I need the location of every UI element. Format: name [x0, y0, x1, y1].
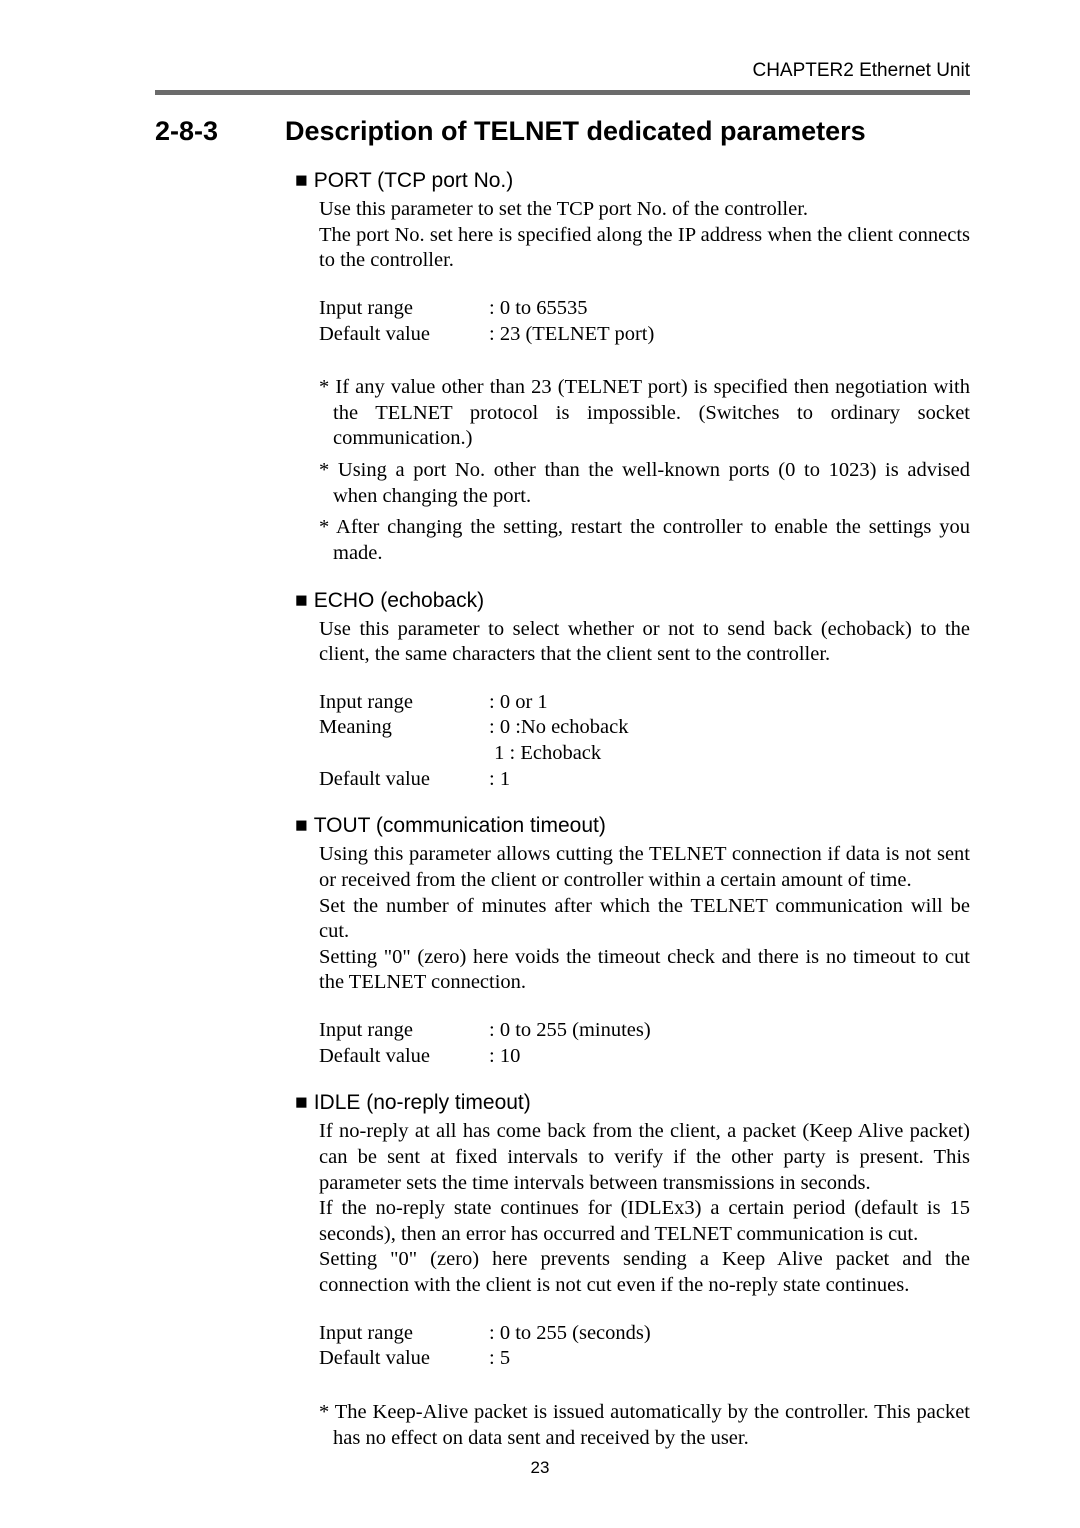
param-tout-desc: Using this parameter allows cutting the …	[319, 842, 970, 996]
param-idle-desc: If no-reply at all has come back from th…	[319, 1119, 970, 1298]
kv-row: Input range: 0 to 65535	[319, 296, 970, 322]
kv-row: Default value: 10	[319, 1044, 970, 1070]
kv-value: : 0 to 255 (seconds)	[489, 1322, 651, 1344]
section-heading: 2-8-3Description of TELNET dedicated par…	[155, 116, 970, 147]
bullet-square-icon: ■	[295, 169, 308, 193]
kv-label: Input range	[319, 1018, 489, 1044]
kv-value: : 1	[489, 768, 510, 790]
kv-label: Default value	[319, 322, 489, 348]
kv-row: Input range: 0 to 255 (minutes)	[319, 1018, 970, 1044]
section-title: Description of TELNET dedicated paramete…	[285, 116, 866, 146]
text: If no-reply at all has come back from th…	[319, 1119, 970, 1196]
text: Set the number of minutes after which th…	[319, 894, 970, 945]
text: If the no-reply state continues for (IDL…	[319, 1196, 970, 1247]
kv-row: Meaning: 0 :No echoback	[319, 715, 970, 741]
kv-row: Default value: 5	[319, 1346, 970, 1372]
param-echo-kv: Input range: 0 or 1 Meaning: 0 :No echob…	[319, 690, 970, 793]
document-page: CHAPTER2 Ethernet Unit 2-8-3Description …	[0, 0, 1080, 1528]
kv-value: : 0 to 255 (minutes)	[489, 1019, 651, 1041]
kv-row: Default value: 1	[319, 767, 970, 793]
bullet-square-icon: ■	[295, 589, 308, 613]
text: Using this parameter allows cutting the …	[319, 842, 970, 893]
text: Use this parameter to select whether or …	[319, 617, 970, 668]
kv-value: 1 : Echoback	[489, 742, 601, 764]
kv-value: : 0 or 1	[489, 691, 548, 713]
kv-value: : 0 to 65535	[489, 297, 588, 319]
header-rule	[155, 90, 970, 95]
kv-value: : 10	[489, 1045, 520, 1067]
section-number: 2-8-3	[155, 116, 285, 147]
param-idle-title: IDLE (no-reply timeout)	[314, 1091, 531, 1114]
kv-label: Default value	[319, 1044, 489, 1070]
param-echo-heading: ■ ECHO (echoback)	[295, 589, 970, 613]
note: * The Keep-Alive packet is issued automa…	[333, 1400, 970, 1451]
note: * Using a port No. other than the well-k…	[333, 458, 970, 509]
page-content: 2-8-3Description of TELNET dedicated par…	[155, 116, 970, 1451]
param-tout-kv: Input range: 0 to 255 (minutes) Default …	[319, 1018, 970, 1069]
param-echo-desc: Use this parameter to select whether or …	[319, 617, 970, 668]
text: Setting "0" (zero) here prevents sending…	[319, 1247, 970, 1298]
kv-value: : 0 :No echoback	[489, 716, 628, 738]
kv-label: Input range	[319, 1321, 489, 1347]
kv-label: Meaning	[319, 715, 489, 741]
kv-label: Default value	[319, 1346, 489, 1372]
kv-row: Input range: 0 to 255 (seconds)	[319, 1321, 970, 1347]
note: * If any value other than 23 (TELNET por…	[333, 375, 970, 452]
page-number: 23	[0, 1458, 1080, 1478]
param-port-heading: ■ PORT (TCP port No.)	[295, 169, 970, 193]
param-echo-title: ECHO (echoback)	[314, 589, 484, 612]
param-idle-heading: ■ IDLE (no-reply timeout)	[295, 1091, 970, 1115]
kv-label: Input range	[319, 690, 489, 716]
kv-row: Input range: 0 or 1	[319, 690, 970, 716]
section-body: ■ PORT (TCP port No.) Use this parameter …	[295, 169, 970, 1451]
text: The port No. set here is specified along…	[319, 223, 970, 274]
text: Use this parameter to set the TCP port N…	[319, 197, 970, 223]
kv-label: Input range	[319, 296, 489, 322]
param-port-desc: Use this parameter to set the TCP port N…	[319, 197, 970, 274]
kv-value: : 5	[489, 1347, 510, 1369]
param-idle-kv: Input range: 0 to 255 (seconds) Default …	[319, 1321, 970, 1372]
param-tout-heading: ■ TOUT (communication timeout)	[295, 814, 970, 838]
param-tout-title: TOUT (communication timeout)	[314, 814, 606, 837]
text: Setting "0" (zero) here voids the timeou…	[319, 945, 970, 996]
kv-label: Default value	[319, 767, 489, 793]
note: * After changing the setting, restart th…	[333, 515, 970, 566]
param-port-kv: Input range: 0 to 65535 Default value: 2…	[319, 296, 970, 347]
bullet-square-icon: ■	[295, 1091, 308, 1115]
kv-value: : 23 (TELNET port)	[489, 323, 654, 345]
kv-row: Default value: 23 (TELNET port)	[319, 322, 970, 348]
bullet-square-icon: ■	[295, 814, 308, 838]
chapter-title: CHAPTER2 Ethernet Unit	[752, 60, 970, 82]
kv-row: 1 : Echoback	[319, 741, 970, 767]
param-port-title: PORT (TCP port No.)	[314, 169, 514, 192]
